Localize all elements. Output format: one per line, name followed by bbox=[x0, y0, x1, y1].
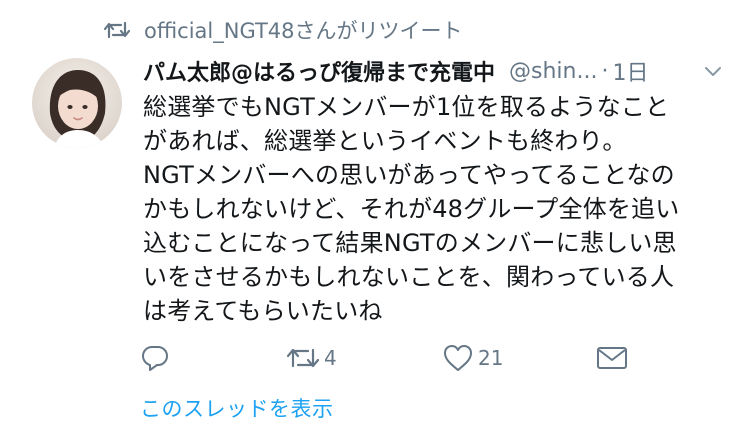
author-handle[interactable]: @shin... bbox=[509, 59, 597, 84]
tweet-text-line: いをさせるかもしれないことを、関わっている人 bbox=[143, 263, 675, 291]
tweet-text-line: があれば、総選挙というイベントも終わり。 bbox=[143, 127, 627, 155]
retweet-button[interactable]: 4 bbox=[286, 338, 337, 378]
tweet-header: パム太郎@はるっぴ復帰まで充電中 @shin... · 1日 bbox=[143, 52, 728, 90]
retweet-banner-text: official_NGT48さんがリツイート bbox=[144, 19, 463, 43]
like-count: 21 bbox=[478, 346, 504, 370]
tweet-text-line: 込むことになって結果NGTのメンバーに悲しい思 bbox=[143, 229, 677, 257]
reply-icon bbox=[140, 343, 170, 373]
retweet-icon bbox=[103, 19, 131, 41]
tweet-text-line: は考えてもらいたいね bbox=[143, 297, 383, 325]
retweet-banner[interactable]: official_NGT48さんがリツイート bbox=[103, 14, 463, 46]
heart-icon bbox=[442, 343, 474, 373]
author-name[interactable]: パム太郎@はるっぴ復帰まで充電中 bbox=[143, 55, 495, 87]
like-button[interactable]: 21 bbox=[442, 338, 503, 378]
tweet-separator: · bbox=[601, 58, 609, 84]
avatar[interactable] bbox=[32, 58, 122, 148]
retweet-count: 4 bbox=[324, 346, 337, 370]
retweet-icon bbox=[286, 344, 320, 372]
show-thread-link[interactable]: このスレッドを表示 bbox=[140, 393, 334, 423]
chevron-down-icon[interactable] bbox=[702, 60, 724, 82]
direct-message-button[interactable] bbox=[596, 338, 628, 378]
tweet-text-line: 総選挙でもNGTメンバーが1位を取るようなこと bbox=[143, 93, 670, 121]
tweet-text-line: かもしれないけど、それが48グループ全体を追い bbox=[143, 195, 680, 223]
reply-button[interactable] bbox=[140, 338, 170, 378]
tweet-time[interactable]: 1日 bbox=[612, 55, 648, 87]
tweet-text: 総選挙でもNGTメンバーが1位を取るようなこと があれば、総選挙というイベントも… bbox=[143, 90, 733, 328]
tweet-text-line: NGTメンバーへの思いがあってやってることなの bbox=[143, 161, 675, 189]
envelope-icon bbox=[596, 345, 628, 371]
tweet-actions: 4 21 bbox=[140, 338, 740, 378]
